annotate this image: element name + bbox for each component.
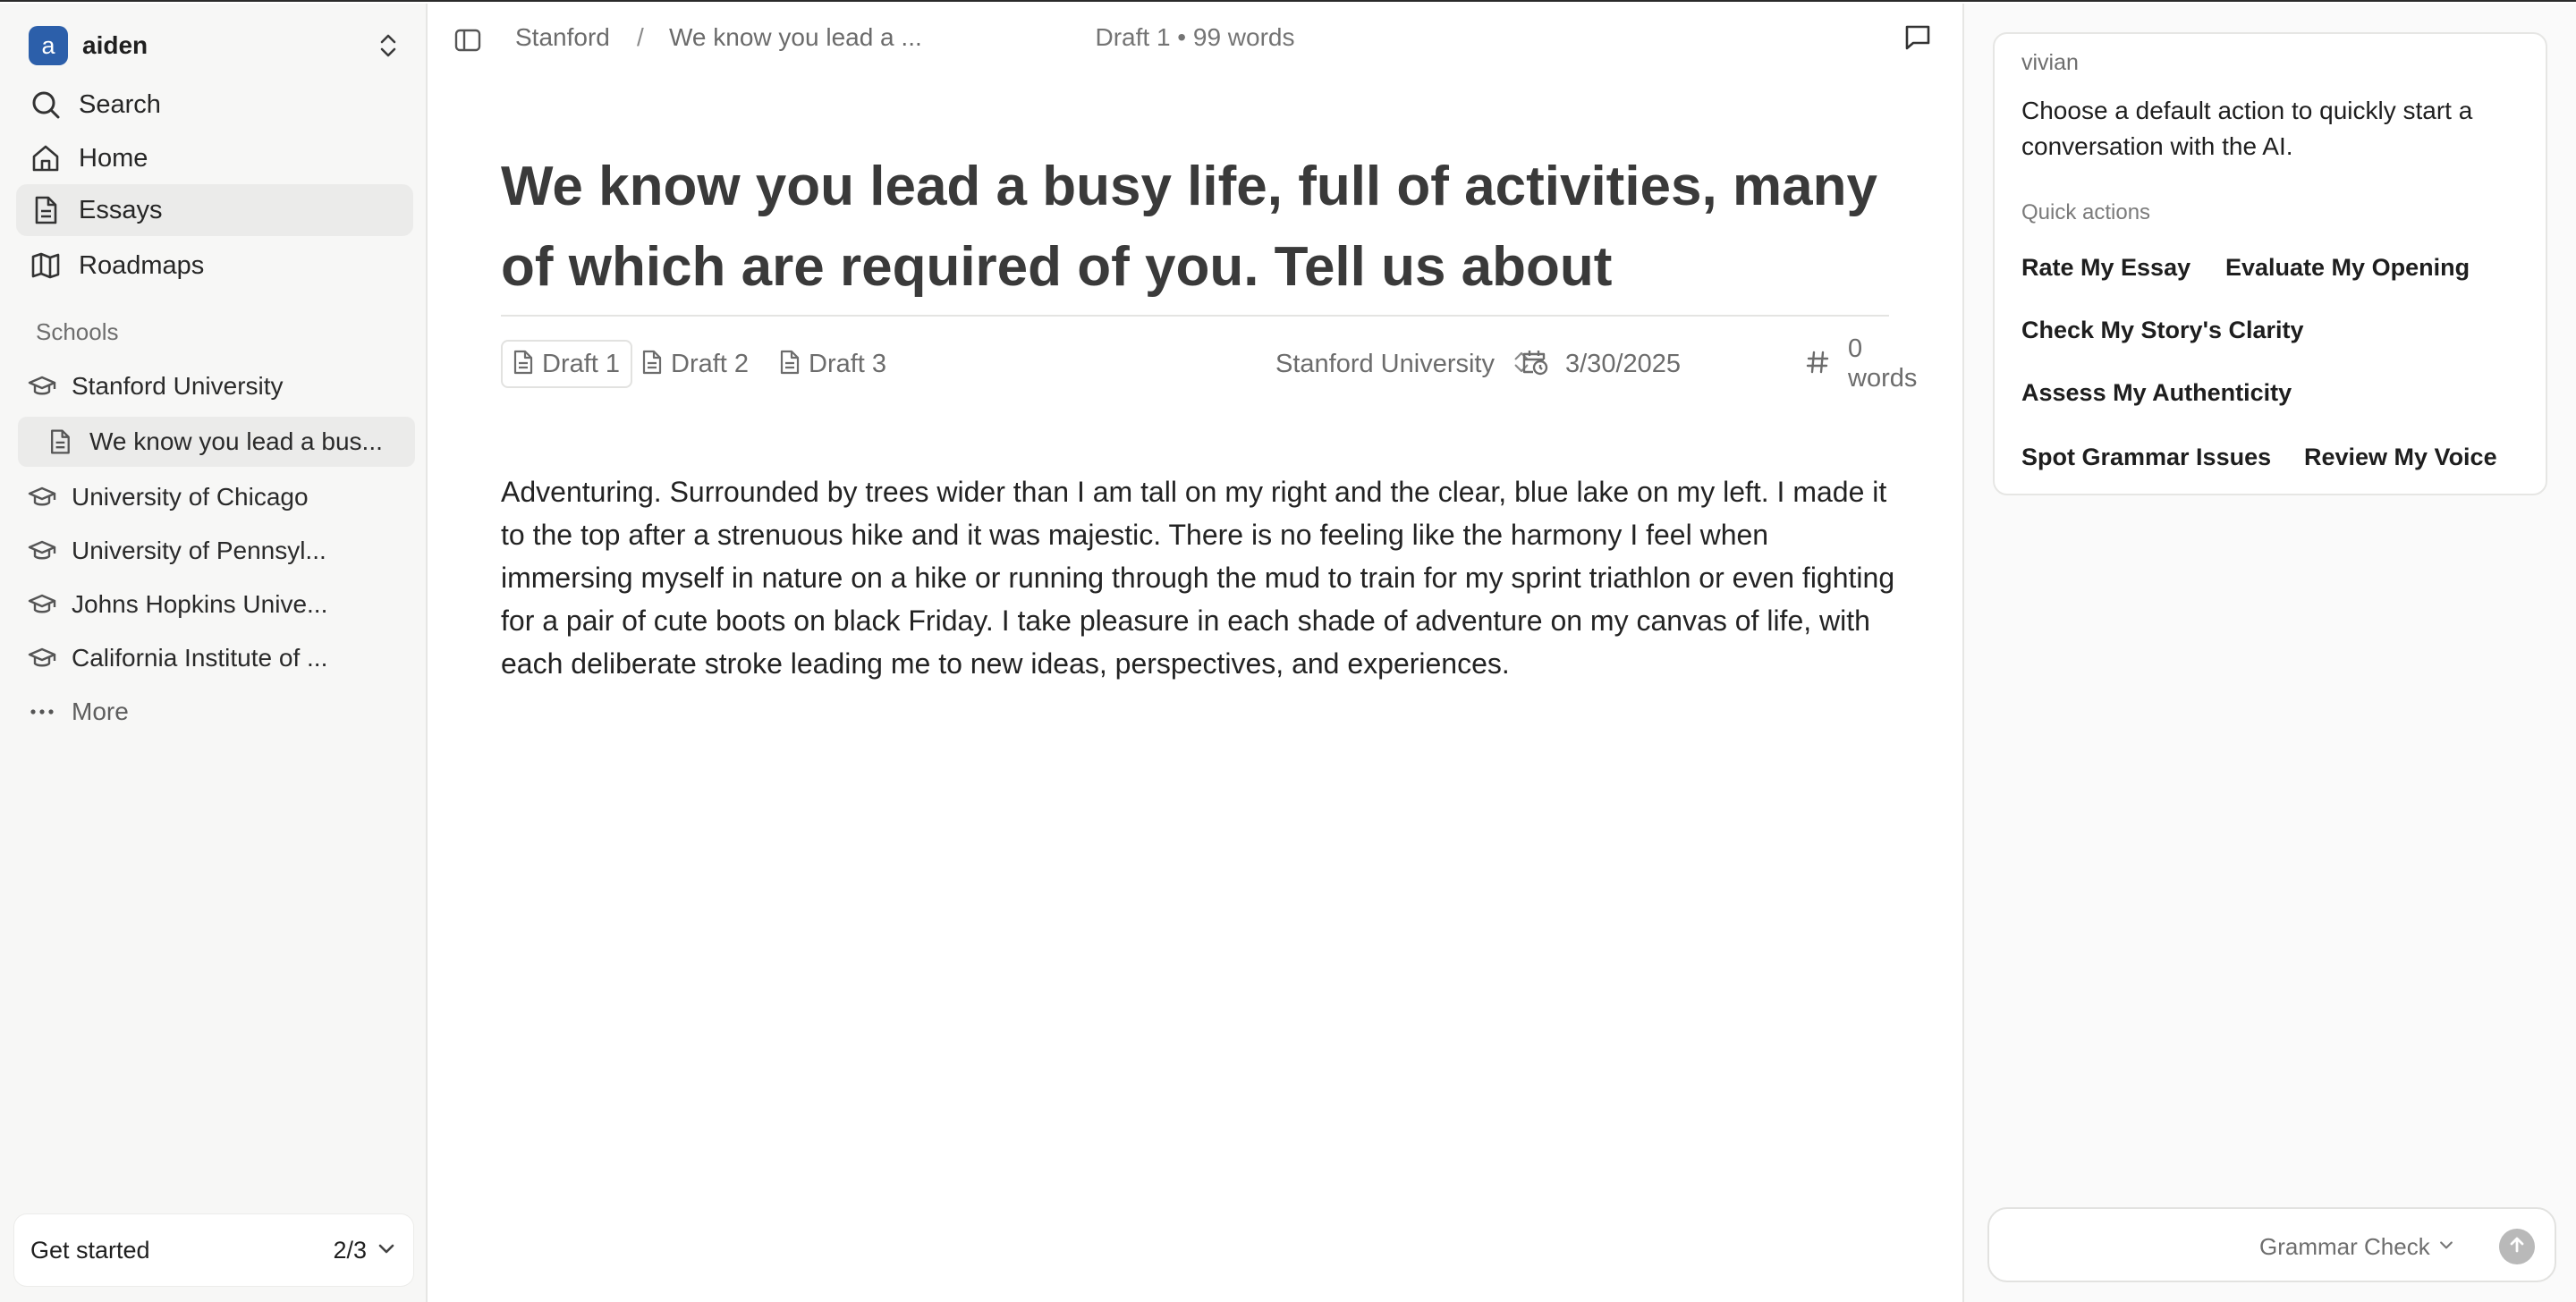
school-item-pennsylvania[interactable]: University of Pennsyl... bbox=[16, 526, 413, 576]
nav-search-label: Search bbox=[79, 89, 161, 119]
chevron-down-icon bbox=[376, 1238, 397, 1264]
quick-action-evaluate-opening[interactable]: Evaluate My Opening bbox=[2225, 254, 2470, 282]
nav-roadmaps[interactable]: Roadmaps bbox=[16, 240, 413, 292]
map-icon bbox=[29, 249, 63, 283]
quick-action-rate-essay[interactable]: Rate My Essay bbox=[2021, 254, 2190, 282]
tab-draft-label: Draft 3 bbox=[809, 349, 887, 378]
sidebar-toggle-icon[interactable] bbox=[453, 25, 483, 55]
nav-essays[interactable]: Essays bbox=[16, 184, 413, 236]
nav-essays-label: Essays bbox=[79, 195, 163, 224]
sidebar: a aiden Search Home Essays Roadmaps Scho… bbox=[0, 4, 428, 1302]
chevron-down-icon bbox=[2437, 1236, 2455, 1258]
schools-section-label: Schools bbox=[36, 318, 119, 345]
workspace-switcher[interactable]: a aiden bbox=[29, 25, 402, 66]
quick-action-authenticity[interactable]: Assess My Authenticity bbox=[2021, 379, 2292, 407]
chat-input[interactable] bbox=[2007, 1227, 2240, 1266]
document-icon bbox=[29, 193, 63, 227]
nav-search[interactable]: Search bbox=[16, 79, 413, 131]
nav-home-label: Home bbox=[79, 143, 148, 173]
breadcrumb-essay[interactable]: We know you lead a ... bbox=[669, 23, 922, 52]
app-window: a aiden Search Home Essays Roadmaps Scho… bbox=[0, 0, 2576, 1302]
search-icon bbox=[29, 88, 63, 122]
quick-action-grammar[interactable]: Spot Grammar Issues bbox=[2021, 444, 2271, 471]
editor: Stanford / We know you lead a ... Draft … bbox=[429, 4, 1961, 1302]
chevron-up-down-icon[interactable] bbox=[374, 28, 402, 63]
school-item-johns-hopkins[interactable]: Johns Hopkins Unive... bbox=[16, 579, 413, 630]
assistant-prompt: Choose a default action to quickly start… bbox=[2021, 97, 2473, 160]
school-item-chicago[interactable]: University of Chicago bbox=[16, 472, 413, 522]
editor-topbar: Stanford / We know you lead a ... Draft … bbox=[429, 4, 1961, 75]
word-count-value: 0 words bbox=[1848, 334, 1918, 393]
school-item-label: University of Pennsyl... bbox=[72, 537, 326, 564]
graduation-cap-icon bbox=[27, 536, 57, 566]
tab-draft-2[interactable]: Draft 2 bbox=[631, 340, 759, 388]
title-divider bbox=[501, 315, 1889, 317]
workspace-name: aiden bbox=[82, 31, 148, 59]
school-item-label: Johns Hopkins Unive... bbox=[72, 590, 328, 618]
graduation-cap-icon bbox=[27, 371, 57, 402]
school-item-label: California Institute of ... bbox=[72, 644, 328, 672]
comments-button[interactable] bbox=[1900, 21, 1936, 57]
document-icon bbox=[640, 350, 664, 379]
send-button[interactable] bbox=[2499, 1229, 2535, 1264]
document-icon bbox=[45, 427, 75, 457]
school-item-caltech[interactable]: California Institute of ... bbox=[16, 633, 413, 683]
document-icon bbox=[512, 350, 535, 379]
graduation-cap-icon bbox=[27, 589, 57, 620]
tab-draft-1[interactable]: Draft 1 bbox=[501, 340, 633, 388]
mode-select[interactable]: Grammar Check bbox=[2259, 1229, 2455, 1264]
word-count: 0 words bbox=[1805, 334, 1917, 393]
hash-icon bbox=[1805, 350, 1830, 379]
document-icon bbox=[778, 350, 801, 379]
nav-roadmaps-label: Roadmaps bbox=[79, 250, 205, 280]
school-item-stanford[interactable]: Stanford University bbox=[16, 361, 413, 411]
get-started-panel[interactable]: Get started 2/3 bbox=[14, 1214, 413, 1286]
more-horizontal-icon bbox=[27, 697, 57, 727]
school-select[interactable]: Stanford University bbox=[1275, 340, 1530, 388]
tab-draft-label: Draft 1 bbox=[542, 349, 621, 378]
school-item-label: University of Chicago bbox=[72, 483, 309, 511]
essay-body[interactable]: Adventuring. Surrounded by trees wider t… bbox=[501, 470, 1903, 685]
mode-select-value: Grammar Check bbox=[2259, 1232, 2430, 1260]
quick-action-review-voice[interactable]: Review My Voice bbox=[2304, 444, 2497, 471]
essay-meta-bar: Draft 1 Draft 2 Draft 3 Stanford Univers… bbox=[501, 334, 1917, 393]
workspace-avatar: a bbox=[29, 26, 68, 65]
due-date-picker[interactable]: 3/30/2025 bbox=[1521, 340, 1681, 388]
calendar-clock-icon bbox=[1521, 348, 1549, 381]
school-item-label: Stanford University bbox=[72, 372, 284, 400]
breadcrumb-school[interactable]: Stanford bbox=[515, 23, 610, 52]
assistant-name: vivian bbox=[2021, 50, 2079, 75]
chat-composer: Grammar Check bbox=[1987, 1207, 2556, 1282]
ai-assistant-panel: vivian Choose a default action to quickl… bbox=[1962, 4, 2576, 1302]
essay-title[interactable]: We know you lead a busy life, full of ac… bbox=[501, 147, 1896, 313]
quick-action-story-clarity[interactable]: Check My Story's Clarity bbox=[2021, 317, 2304, 344]
quick-actions-label: Quick actions bbox=[2021, 200, 2151, 224]
tab-draft-label: Draft 2 bbox=[671, 349, 750, 378]
tab-draft-3[interactable]: Draft 3 bbox=[769, 340, 897, 388]
more-label: More bbox=[72, 698, 129, 725]
ai-welcome-card: vivian Choose a default action to quickl… bbox=[1993, 32, 2547, 495]
school-select-value: Stanford University bbox=[1275, 349, 1495, 378]
due-date-value: 3/30/2025 bbox=[1565, 349, 1682, 378]
graduation-cap-icon bbox=[27, 482, 57, 512]
draft-status: Draft 1 • 99 words bbox=[1095, 23, 1295, 51]
more-schools-button[interactable]: More bbox=[16, 687, 413, 737]
arrow-up-icon bbox=[2507, 1235, 2527, 1259]
get-started-progress: 2/3 bbox=[333, 1236, 367, 1264]
home-icon bbox=[29, 141, 63, 175]
breadcrumb-separator: / bbox=[637, 23, 644, 51]
message-square-icon bbox=[1903, 23, 1932, 56]
graduation-cap-icon bbox=[27, 643, 57, 673]
nav-home[interactable]: Home bbox=[16, 132, 413, 184]
get-started-label: Get started bbox=[30, 1236, 150, 1264]
essay-item-stanford-prompt[interactable]: We know you lead a bus... bbox=[18, 417, 415, 467]
essay-item-label: We know you lead a bus... bbox=[89, 427, 383, 455]
